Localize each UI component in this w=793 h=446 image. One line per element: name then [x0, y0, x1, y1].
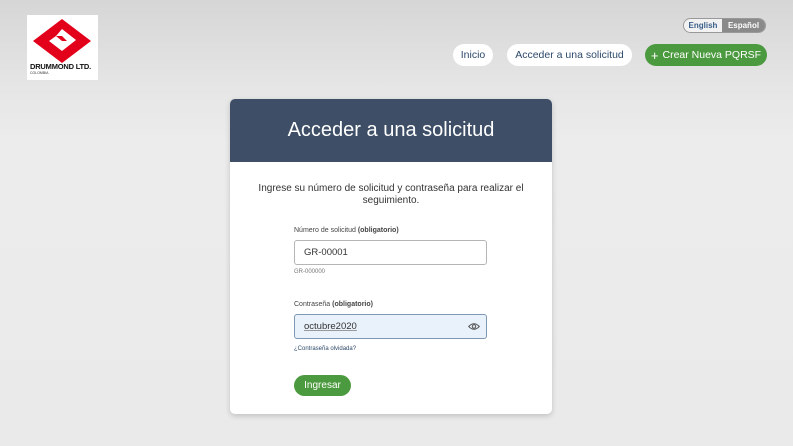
request-number-input[interactable]: GR-00001 [294, 240, 487, 265]
card-title: Acceder a una solicitud [230, 99, 552, 162]
company-logo: DRUMMOND LTD. COLOMBIA [27, 15, 98, 80]
password-label-text: Contraseña [294, 301, 331, 308]
request-number-value: GR-00001 [304, 247, 348, 258]
plus-icon: + [650, 47, 659, 63]
submit-button[interactable]: Ingresar [294, 375, 351, 396]
lang-spanish[interactable]: Español [722, 19, 765, 32]
forgot-password-link[interactable]: ¿Contraseña olvidada? [294, 346, 356, 352]
password-value: octubre2020 [304, 321, 357, 332]
logo-wordmark: DRUMMOND LTD. [30, 62, 91, 71]
create-pqrsf-label: Crear Nueva PQRSF [662, 49, 762, 61]
language-switcher: English Español [683, 18, 766, 33]
lang-english[interactable]: English [684, 19, 722, 32]
create-pqrsf-button[interactable]: + Crear Nueva PQRSF [645, 44, 767, 66]
password-required: (obligatorio) [332, 301, 373, 308]
nav-inicio-button[interactable]: Inicio [453, 44, 493, 66]
logo-subtitle: COLOMBIA [30, 71, 49, 75]
password-input[interactable]: octubre2020 [294, 314, 487, 339]
password-label: Contraseña (obligatorio) [294, 301, 373, 308]
logo-icon [33, 19, 91, 63]
nav-acceder-button[interactable]: Acceder a una solicitud [507, 44, 632, 66]
request-number-label-text: Número de solicitud [294, 227, 356, 234]
request-number-label: Número de solicitud (obligatorio) [294, 227, 399, 234]
access-request-card: Acceder a una solicitud Ingrese su númer… [230, 99, 552, 414]
request-number-hint: GR-000000 [294, 269, 326, 275]
request-number-required: (obligatorio) [357, 227, 399, 234]
intro-text: Ingrese su número de solicitud y contras… [258, 183, 524, 206]
eye-icon[interactable] [468, 322, 480, 331]
